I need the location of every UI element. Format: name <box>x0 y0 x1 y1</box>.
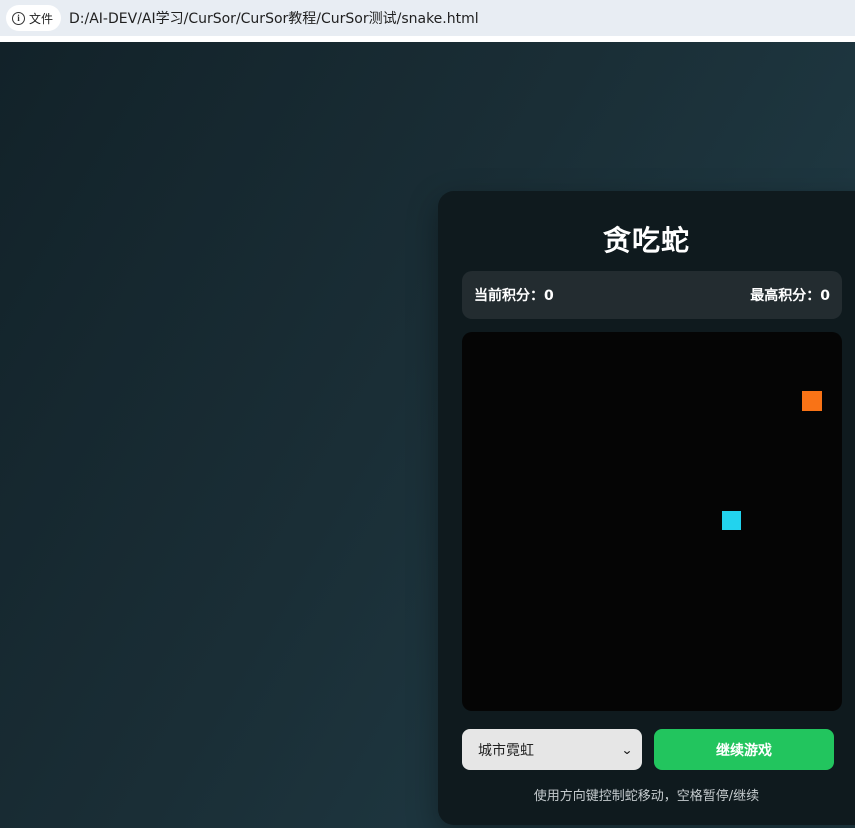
snake-head <box>722 511 741 530</box>
high-score: 最高积分：0 <box>750 285 830 305</box>
high-score-label: 最高积分： <box>750 288 821 304</box>
theme-select[interactable]: 城市霓虹 ⌄ <box>462 729 642 770</box>
url-text[interactable]: D:/AI-DEV/AI学习/CurSor/CurSor教程/CurSor测试/… <box>69 8 479 28</box>
game-card: 贪吃蛇 当前积分：0 最高积分：0 城市霓虹 ⌄ 继续游戏 使用方向键控制蛇移动… <box>438 191 855 825</box>
food-item <box>802 391 822 411</box>
page-background: 贪吃蛇 当前积分：0 最高积分：0 城市霓虹 ⌄ 继续游戏 使用方向键控制蛇移动… <box>0 42 855 828</box>
site-info-chip[interactable]: i 文件 <box>6 5 62 31</box>
browser-address-bar: i 文件 D:/AI-DEV/AI学习/CurSor/CurSor教程/CurS… <box>0 0 855 37</box>
chevron-down-icon: ⌄ <box>620 742 634 757</box>
continue-game-button[interactable]: 继续游戏 <box>654 729 834 770</box>
info-icon: i <box>12 11 25 25</box>
high-score-value: 0 <box>820 288 830 304</box>
score-bar: 当前积分：0 最高积分：0 <box>462 271 842 319</box>
current-score-label: 当前积分： <box>474 288 544 304</box>
current-score-value: 0 <box>544 288 554 304</box>
theme-select-value: 城市霓虹 <box>478 742 534 759</box>
current-score: 当前积分：0 <box>474 285 554 305</box>
site-chip-label: 文件 <box>29 11 54 26</box>
game-board[interactable] <box>462 332 842 711</box>
controls-hint: 使用方向键控制蛇移动，空格暂停/继续 <box>533 789 760 804</box>
game-title: 贪吃蛇 <box>602 224 690 257</box>
